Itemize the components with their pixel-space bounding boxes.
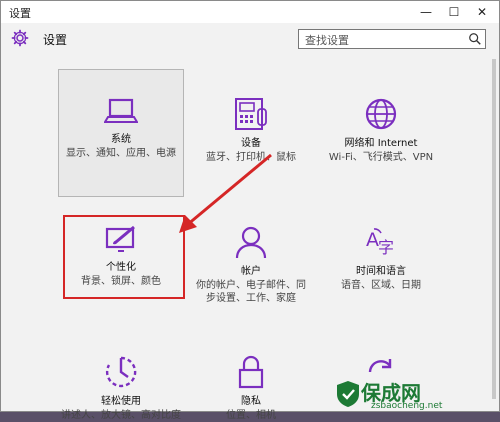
settings-header: 设置 — [1, 23, 499, 55]
tile-network[interactable]: 网络和 Internet Wi-Fi、飞行模式、VPN — [318, 97, 444, 164]
annotation-arrow-icon — [179, 153, 272, 233]
search-box[interactable] — [298, 29, 486, 49]
tile-system[interactable]: 系统 显示、通知、应用、电源 — [58, 97, 184, 160]
page-title: 设置 — [43, 33, 68, 47]
svg-text:字: 字 — [378, 238, 394, 257]
vertical-scrollbar[interactable] — [491, 59, 497, 409]
tile-description: 语音、区域、日期 — [341, 280, 421, 291]
ease-icon — [105, 356, 137, 388]
tile-label: 时间和语言 — [356, 266, 406, 277]
tile-description: 讲述人、放大镜、高对比度 — [61, 410, 181, 421]
close-button[interactable]: ✕ — [467, 1, 497, 23]
window-title: 设置 — [9, 7, 31, 20]
maximize-button[interactable]: ☐ — [439, 1, 469, 23]
settings-window: 设置 — ☐ ✕ 设置 系统 显示、通知、应用、电源 — [0, 0, 500, 421]
globe-icon — [365, 98, 397, 130]
title-bar: 设置 — ☐ ✕ — [1, 1, 499, 23]
scrollbar-thumb[interactable] — [492, 59, 496, 399]
highlight-frame — [63, 215, 185, 299]
search-icon[interactable] — [468, 32, 482, 46]
tile-label: 帐户 — [241, 266, 261, 277]
tile-time-language[interactable]: A 字 时间和语言 语音、区域、日期 — [318, 225, 444, 292]
tile-description: 位置、相机 — [226, 410, 276, 421]
watermark-url: zsbaocheng.net — [371, 401, 443, 411]
watermark: 保成网 zsbaocheng.net — [331, 377, 500, 413]
language-icon: A 字 — [366, 228, 394, 257]
gear-icon — [11, 29, 29, 47]
keyboard-icon — [235, 98, 267, 130]
lock-icon — [238, 355, 264, 389]
minimize-button[interactable]: — — [411, 1, 441, 23]
search-input[interactable] — [303, 31, 457, 49]
shield-logo-icon — [337, 381, 359, 407]
tile-label: 隐私 — [241, 396, 261, 407]
tile-label: 系统 — [111, 134, 131, 145]
tile-description: 你的帐户、电子邮件、同步设置、工作、家庭 — [196, 280, 306, 304]
tile-label: 网络和 Internet — [344, 138, 418, 149]
tile-description: 显示、通知、应用、电源 — [66, 148, 176, 159]
tile-description: Wi-Fi、飞行模式、VPN — [328, 152, 434, 163]
laptop-icon — [104, 98, 138, 123]
tile-label: 轻松使用 — [101, 396, 141, 407]
